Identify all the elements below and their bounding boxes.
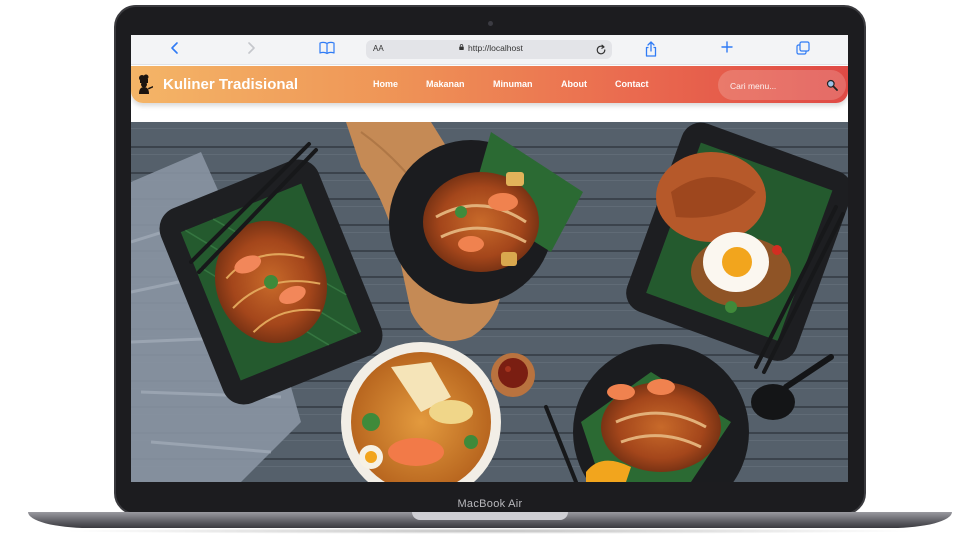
browser-toolbar: AA http://localhost [131, 35, 848, 65]
nav-link-contact[interactable]: Contact [615, 79, 649, 89]
tabs-icon[interactable] [794, 41, 812, 57]
new-tab-icon[interactable] [718, 41, 736, 57]
back-icon[interactable] [166, 41, 184, 57]
screen: AA http://localhost Kuliner Tradisional … [131, 35, 848, 482]
laptop-shadow [60, 528, 920, 534]
camera-dot [488, 21, 493, 26]
bookmarks-icon[interactable] [318, 41, 336, 57]
address-bar[interactable]: AA http://localhost [366, 40, 612, 59]
search-input[interactable] [728, 78, 828, 94]
brand-title[interactable]: Kuliner Tradisional [163, 76, 298, 93]
nav-link-about[interactable]: About [561, 79, 587, 89]
laptop-base-notch [412, 512, 568, 520]
lock-icon [459, 44, 464, 50]
nav-link-minuman[interactable]: Minuman [493, 79, 533, 89]
search-box [718, 70, 846, 100]
hero-food-image [131, 122, 848, 482]
nav-link-makanan[interactable]: Makanan [426, 79, 465, 89]
text-size-button[interactable]: AA [373, 44, 384, 53]
share-icon[interactable] [642, 41, 660, 57]
forward-icon[interactable] [242, 41, 260, 57]
device-label: MacBook Air [457, 498, 523, 510]
reload-icon[interactable] [595, 44, 607, 56]
food-spread-illustration [131, 122, 848, 482]
url-text: http://localhost [468, 43, 523, 53]
nav-link-home[interactable]: Home [373, 79, 398, 89]
chef-silhouette-icon[interactable] [136, 74, 154, 94]
site-navbar: Kuliner Tradisional Home Makanan Minuman… [131, 66, 848, 103]
search-icon[interactable] [826, 79, 838, 91]
